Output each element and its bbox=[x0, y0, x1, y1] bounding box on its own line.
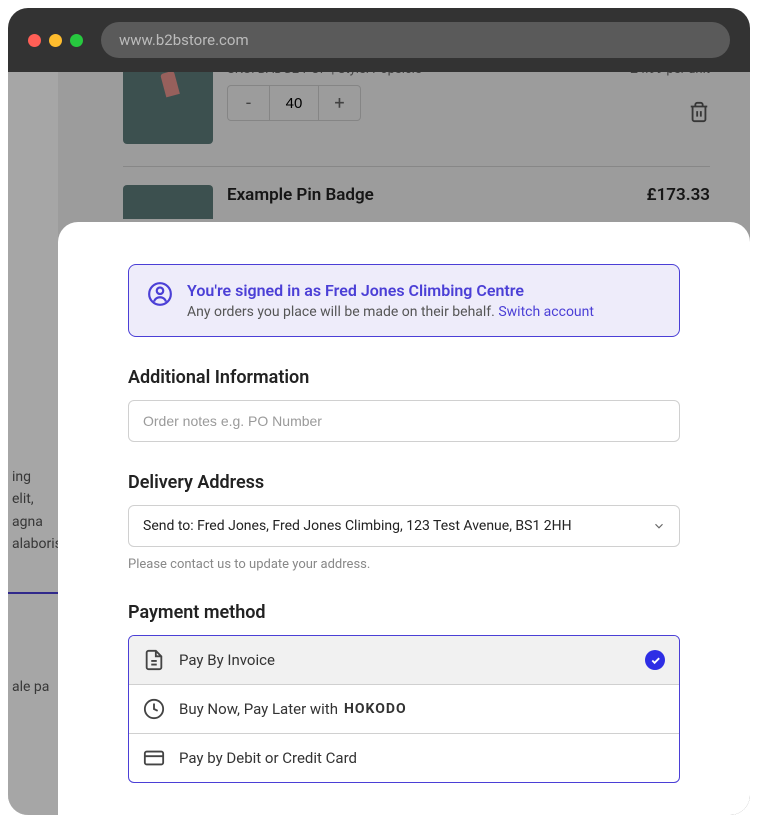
hokodo-brand: HOKODO bbox=[344, 701, 407, 717]
banner-subtitle: Any orders you place will be made on the… bbox=[187, 304, 594, 320]
close-window-button[interactable] bbox=[28, 34, 41, 47]
maximize-window-button[interactable] bbox=[70, 34, 83, 47]
payment-option-bnpl[interactable]: Buy Now, Pay Later with HOKODO bbox=[129, 685, 679, 734]
order-notes-input[interactable] bbox=[128, 400, 680, 442]
selected-check-icon bbox=[645, 650, 665, 670]
delivery-address-title: Delivery Address bbox=[128, 472, 680, 493]
payment-label: Buy Now, Pay Later with HOKODO bbox=[179, 700, 407, 718]
invoice-icon bbox=[143, 649, 165, 671]
payment-option-invoice[interactable]: Pay By Invoice bbox=[129, 636, 679, 685]
address-bar[interactable]: www.b2bstore.com bbox=[101, 22, 730, 58]
additional-info-title: Additional Information bbox=[128, 367, 680, 388]
traffic-lights bbox=[28, 34, 83, 47]
clock-icon bbox=[143, 698, 165, 720]
payment-option-card[interactable]: Pay by Debit or Credit Card bbox=[129, 734, 679, 782]
payment-label: Pay By Invoice bbox=[179, 651, 275, 669]
checkout-modal: You're signed in as Fred Jones Climbing … bbox=[58, 222, 750, 815]
payment-options: Pay By Invoice Buy Now, Pay Later with H… bbox=[128, 635, 680, 783]
payment-label: Pay by Debit or Credit Card bbox=[179, 749, 357, 767]
page-content: ing elit, agna alaboris ale pa SKU: BADG… bbox=[8, 72, 750, 815]
switch-account-link[interactable]: Switch account bbox=[498, 304, 594, 320]
minimize-window-button[interactable] bbox=[49, 34, 62, 47]
title-bar: www.b2bstore.com bbox=[8, 8, 750, 72]
signed-in-banner: You're signed in as Fred Jones Climbing … bbox=[128, 264, 680, 337]
browser-window: www.b2bstore.com ing elit, agna alaboris… bbox=[8, 8, 750, 815]
delivery-address-select[interactable]: Send to: Fred Jones, Fred Jones Climbing… bbox=[128, 505, 680, 547]
address-hint: Please contact us to update your address… bbox=[128, 557, 680, 572]
credit-card-icon bbox=[143, 747, 165, 769]
payment-method-title: Payment method bbox=[128, 602, 680, 623]
user-circle-icon bbox=[147, 281, 173, 307]
banner-title: You're signed in as Fred Jones Climbing … bbox=[187, 281, 594, 300]
